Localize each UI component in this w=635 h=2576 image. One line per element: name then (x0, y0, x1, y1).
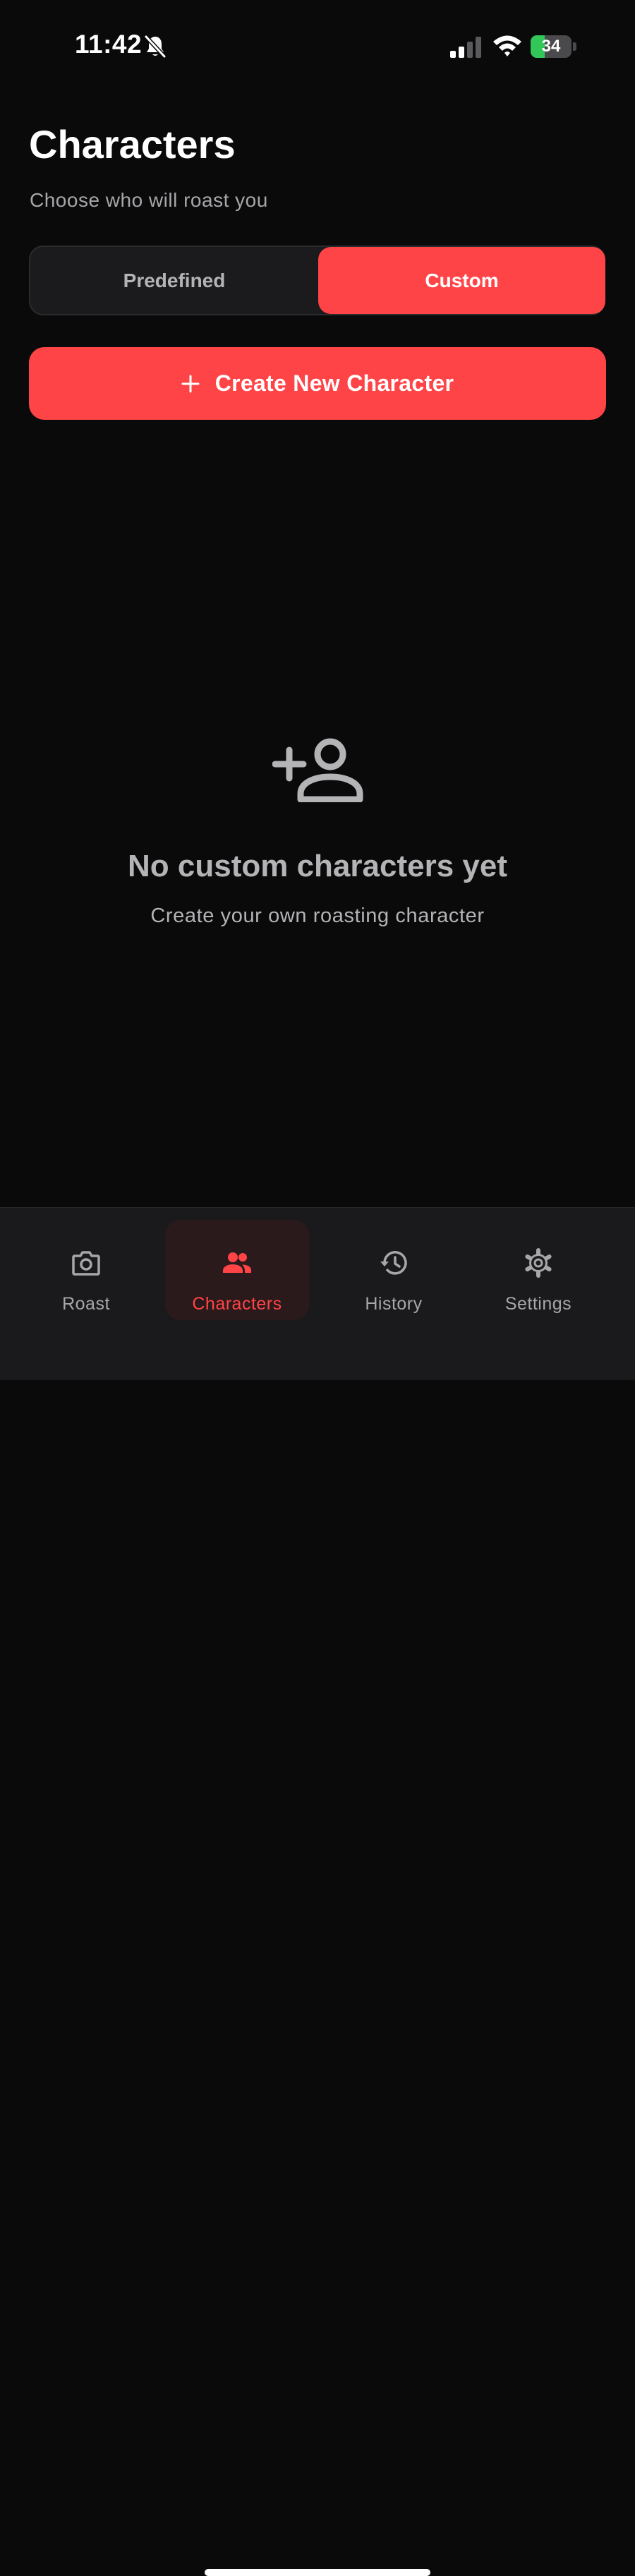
segment-custom[interactable]: Custom (318, 247, 605, 314)
battery-indicator: 34 (531, 35, 577, 58)
history-icon (380, 1251, 407, 1275)
tab-characters[interactable]: Characters (165, 1220, 309, 1320)
segmented-control: Predefined Custom (29, 246, 605, 315)
tab-history-label: History (365, 1294, 423, 1314)
status-bar: 11:42 34 (0, 0, 635, 92)
tab-characters-label: Characters (192, 1294, 282, 1314)
tab-roast-label: Roast (62, 1294, 110, 1314)
status-time: 11:42 (75, 30, 143, 59)
tab-roast[interactable]: Roast (30, 1220, 143, 1320)
empty-state-subtitle: Create your own roasting character (150, 905, 485, 927)
create-new-character-button[interactable]: Create New Character (29, 347, 606, 420)
camera-icon (72, 1251, 100, 1276)
people-icon (223, 1252, 251, 1273)
cellular-signal-icon (450, 37, 481, 58)
create-button-label: Create New Character (214, 370, 454, 396)
person-add-icon (272, 738, 363, 802)
gear-icon (525, 1248, 552, 1278)
empty-state-title: No custom characters yet (128, 849, 507, 883)
tab-settings-label: Settings (504, 1294, 572, 1314)
bell-slash-icon (144, 35, 167, 59)
page-title: Characters (29, 122, 236, 167)
segment-predefined[interactable]: Predefined (30, 247, 318, 314)
tab-settings[interactable]: Settings (482, 1220, 595, 1320)
home-indicator (205, 2569, 430, 2576)
plus-icon (181, 375, 200, 392)
wifi-icon (493, 35, 521, 56)
tab-bar: Roast Characters History Settings (0, 1207, 635, 2576)
page-subtitle: Choose who will roast you (30, 189, 268, 211)
tab-history[interactable]: History (337, 1220, 450, 1320)
battery-body: 34 (531, 35, 572, 58)
battery-level: 34 (541, 37, 561, 56)
battery-tip (573, 42, 576, 51)
